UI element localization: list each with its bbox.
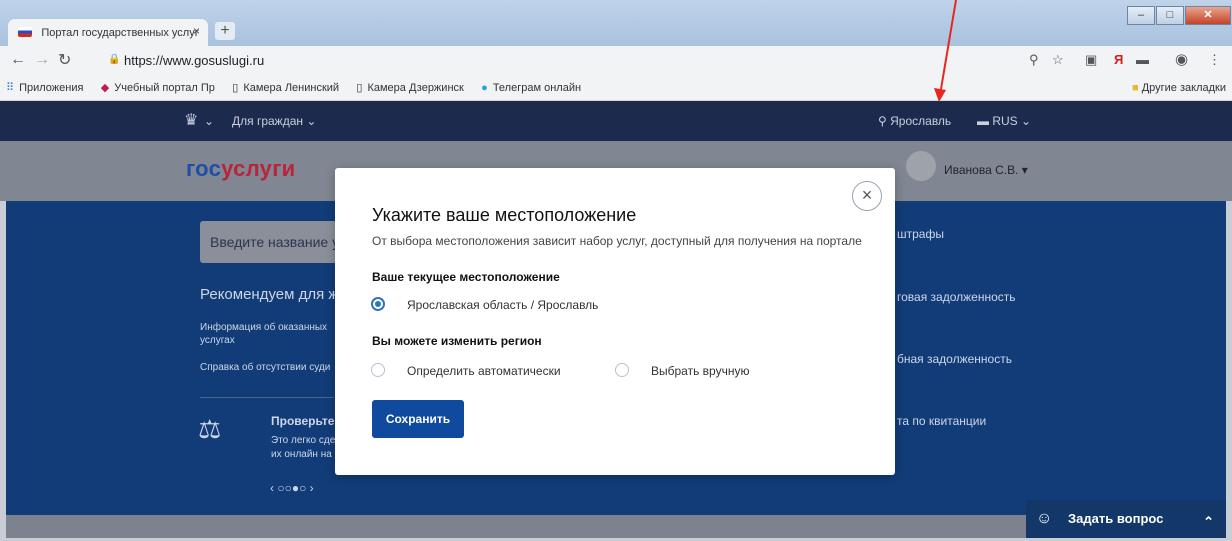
flag-icon: ▬	[977, 114, 993, 128]
flag-extension-icon[interactable]: ▬	[1136, 52, 1149, 67]
modal-title: Укажите ваше местоположение	[372, 205, 637, 225]
lock-icon: 🔒	[108, 54, 121, 65]
modal-subtitle: От выбора местоположения зависит набор у…	[372, 234, 862, 248]
for-citizens-menu[interactable]: Для граждан ⌄	[232, 101, 316, 141]
arms-chevron-icon[interactable]: ⌄	[204, 101, 214, 141]
bookmark-apps[interactable]: ⠿ Приложения	[6, 76, 83, 100]
promo-title: Проверьте	[271, 414, 335, 428]
graduation-cap-icon: ◆	[100, 82, 110, 94]
current-location-heading: Ваше текущее местоположение	[372, 270, 560, 284]
fines-item[interactable]: штрафы	[897, 227, 944, 241]
close-window-button[interactable]: ✕	[1185, 6, 1231, 25]
chevron-up-icon[interactable]: ⌃	[1203, 503, 1214, 541]
receipt-payment-item[interactable]: та по квитанции	[897, 414, 986, 428]
language-selector[interactable]: ▬ RUS ⌄	[977, 101, 1031, 141]
page-icon: ▯	[232, 82, 239, 94]
gosuslugi-favicon-icon	[18, 27, 32, 37]
link-services-info[interactable]: Информация об оказанных	[200, 322, 327, 333]
blurred-title-text	[245, 24, 645, 34]
tab-close-icon[interactable]: ×	[193, 24, 200, 38]
url-text: https://www.gosuslugi.ru	[124, 53, 265, 68]
bookmark-star-icon[interactable]: ☆	[1052, 52, 1064, 68]
carousel-pager[interactable]: ‹ ○○●○ ›	[270, 481, 314, 495]
bookmark-camera-leninsky[interactable]: ▯ Камера Ленинский	[232, 76, 339, 100]
promo-text-2: их онлайн на	[271, 449, 332, 460]
promo-text-1: Это легко сде	[271, 435, 336, 446]
maximize-button[interactable]: □	[1156, 6, 1184, 25]
address-bar[interactable]: 🔒 https://www.gosuslugi.ru	[108, 50, 1153, 72]
location-link[interactable]: ⚲ Ярославль	[878, 101, 951, 141]
coat-of-arms-icon: ♛	[184, 112, 199, 129]
forward-icon[interactable]: →	[34, 51, 50, 69]
link-services-info-2[interactable]: услугах	[200, 335, 235, 346]
court-debt-item[interactable]: бная задолженность	[897, 352, 1012, 366]
extension-icon[interactable]: ▣	[1085, 52, 1097, 68]
zoom-icon[interactable]: ⚲	[1029, 52, 1039, 68]
recommend-heading: Рекомендуем для ж	[200, 286, 339, 303]
change-region-heading: Вы можете изменить регион	[372, 334, 542, 348]
telegram-icon: ●	[481, 82, 488, 94]
scales-icon: ⚖	[198, 414, 222, 444]
location-pin-icon: ⚲	[878, 114, 891, 128]
browser-tab[interactable]: Портал государственных услуг ×	[8, 19, 208, 46]
reload-icon[interactable]: ↻	[58, 50, 71, 70]
account-icon[interactable]: ◉	[1175, 50, 1188, 68]
minimize-button[interactable]: –	[1127, 6, 1155, 25]
bookmark-telegram[interactable]: ● Телеграм онлайн	[481, 76, 581, 100]
ask-question-button[interactable]: ☺ Задать вопрос ⌃	[1026, 500, 1226, 538]
apps-grid-icon: ⠿	[6, 82, 15, 94]
user-name-menu[interactable]: Иванова С.В. ▾	[944, 163, 1028, 177]
link-criminal-record[interactable]: Справка об отсутствии суди	[200, 362, 330, 373]
back-icon[interactable]: ←	[10, 51, 26, 69]
manual-select-label[interactable]: Выбрать вручную	[651, 364, 749, 378]
bookmarks-bar: ⠿ Приложения ◆ Учебный портал Пр ▯ Камера Л…	[0, 76, 1232, 101]
save-button[interactable]: Сохранить	[372, 400, 464, 438]
tax-debt-item[interactable]: говая задолженность	[897, 290, 1016, 304]
yandex-icon[interactable]: Я	[1114, 52, 1123, 67]
window-controls: – □ ✕	[1126, 6, 1231, 25]
auto-detect-radio[interactable]	[371, 363, 385, 377]
folder-icon: ■	[1131, 82, 1139, 94]
chat-bubble-icon: ☺	[1036, 510, 1053, 527]
bookmark-study-portal[interactable]: ◆ Учебный портал Пр	[101, 76, 215, 100]
new-tab-button[interactable]: +	[215, 22, 235, 40]
auto-detect-label[interactable]: Определить автоматически	[407, 364, 561, 378]
current-location-label[interactable]: Ярославская область / Ярославль	[407, 298, 598, 312]
divider	[200, 397, 334, 398]
menu-dots-icon[interactable]: ⋮	[1208, 52, 1221, 68]
gosuslugi-logo[interactable]: госуслуги	[186, 156, 296, 182]
close-modal-button[interactable]: ×	[852, 181, 882, 211]
bookmark-camera-dzerzhinsky[interactable]: ▯ Камера Дзержинск	[356, 76, 463, 100]
other-bookmarks[interactable]: ■ Другие закладки	[1132, 76, 1226, 100]
manual-select-radio[interactable]	[615, 363, 629, 377]
avatar[interactable]	[906, 151, 936, 181]
red-arrow-annotation	[934, 0, 957, 102]
tab-title: Портал государственных услуг	[41, 27, 199, 39]
page-icon: ▯	[356, 82, 363, 94]
current-location-radio[interactable]	[371, 297, 385, 311]
